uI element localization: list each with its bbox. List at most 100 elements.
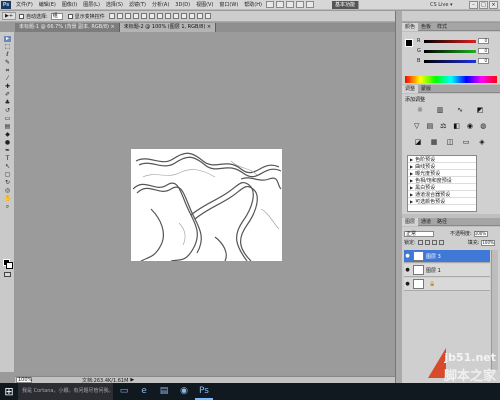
minibridge-icon[interactable] (275, 1, 284, 8)
close-button[interactable]: × (489, 1, 498, 9)
align-top-icon[interactable] (108, 13, 115, 19)
distribute-top-icon[interactable] (156, 13, 163, 19)
lock-all-icon[interactable] (438, 240, 444, 245)
red-slider[interactable] (424, 40, 476, 43)
visibility-eye-icon[interactable]: ● (404, 253, 411, 259)
visibility-eye-icon[interactable]: ● (404, 267, 411, 273)
document-image[interactable] (131, 149, 282, 261)
edge-browser-icon[interactable]: e (135, 383, 153, 400)
path-select-tool-icon[interactable]: ↖ (4, 164, 11, 170)
tab-paths[interactable]: 路径 (434, 218, 450, 226)
zoom-level-icon[interactable] (285, 1, 294, 8)
preset-black-white[interactable]: 黑白预设 (408, 184, 476, 191)
distribute-left-icon[interactable] (180, 13, 187, 19)
preset-curves[interactable]: 曲线预设 (408, 163, 476, 170)
menu-3d[interactable]: 3D(D) (172, 0, 193, 10)
workspace-switcher[interactable]: 基本功能 (332, 1, 359, 9)
move-tool-icon[interactable]: ▸ (4, 36, 11, 42)
menu-analysis[interactable]: 分析(A) (149, 0, 172, 10)
distribute-vcenter-icon[interactable] (164, 13, 171, 19)
healing-brush-tool-icon[interactable]: ✚ (4, 84, 11, 90)
canvas-area[interactable] (15, 32, 395, 374)
gradient-tool-icon[interactable]: ▤ (4, 124, 11, 130)
layer-row[interactable]: ● 图层 1 (404, 264, 490, 277)
blue-value-input[interactable]: 0 (478, 58, 489, 64)
layer-row[interactable]: ● 图层 3 (404, 250, 490, 263)
layer-row[interactable]: ● 🔒 (404, 278, 490, 291)
menu-view[interactable]: 视图(V) (193, 0, 216, 10)
clone-stamp-tool-icon[interactable]: ♣ (4, 100, 11, 106)
exposure-icon[interactable]: ◩ (476, 107, 484, 114)
menu-select[interactable]: 选择(S) (103, 0, 126, 10)
windows-start-icon[interactable]: ⊞ (0, 383, 18, 400)
show-transform-checkbox[interactable] (67, 13, 73, 19)
brightness-icon[interactable]: ☼ (416, 107, 424, 114)
black-white-icon[interactable]: ◧ (453, 123, 461, 130)
tab-styles[interactable]: 样式 (434, 23, 450, 31)
fill-input[interactable]: 100% (481, 239, 496, 246)
distribute-hcenter-icon[interactable] (188, 13, 195, 19)
eraser-tool-icon[interactable]: ▭ (4, 116, 11, 122)
blend-mode-dropdown[interactable]: 正常 (404, 230, 434, 237)
align-left-icon[interactable] (132, 13, 139, 19)
preset-selective-color[interactable]: 可选颜色预设 (408, 198, 476, 205)
preset-channel-mixer[interactable]: 通道混合器预设 (408, 191, 476, 198)
bridge-icon[interactable] (265, 1, 274, 8)
lock-position-icon[interactable] (431, 240, 437, 245)
panel-dock-strip[interactable] (395, 11, 402, 383)
preset-levels[interactable]: 色阶预设 (408, 156, 476, 163)
pen-tool-icon[interactable]: ✒ (4, 148, 11, 154)
arrange-docs-icon[interactable] (305, 1, 314, 8)
photoshop-app-icon[interactable]: Ps (195, 383, 213, 400)
menu-image[interactable]: 图像(I) (59, 0, 80, 10)
threshold-icon[interactable]: ◫ (446, 139, 454, 146)
browser-app-icon[interactable]: ◉ (175, 383, 193, 400)
type-tool-icon[interactable]: T (4, 156, 11, 162)
gradient-map-icon[interactable]: ▭ (462, 139, 470, 146)
selective-color-icon[interactable]: ◈ (478, 139, 486, 146)
dodge-tool-icon[interactable]: ● (4, 140, 11, 146)
tab-channels[interactable]: 通道 (418, 218, 434, 226)
align-hcenter-icon[interactable] (140, 13, 147, 19)
quick-mask-icon[interactable] (4, 272, 11, 277)
color-balance-icon[interactable]: ⚖ (439, 123, 447, 130)
tab-document-1[interactable]: 未标题-1 @ 66.7% (背景 副本, RGB/8) × (15, 23, 120, 32)
hand-view-icon[interactable] (295, 1, 304, 8)
curves-icon[interactable]: ∿ (456, 107, 464, 114)
distribute-right-icon[interactable] (196, 13, 203, 19)
lock-transparency-icon[interactable] (417, 240, 423, 245)
preset-hue-saturation[interactable]: 色相/饱和度预设 (408, 177, 476, 184)
color-ramp[interactable] (405, 76, 497, 83)
cortana-search-box[interactable]: 我是 Cortana，小娜。有问题尽管问我。 (18, 383, 113, 400)
quick-select-tool-icon[interactable]: ✎ (4, 60, 11, 66)
marquee-tool-icon[interactable]: ⬚ (4, 44, 11, 50)
align-vcenter-icon[interactable] (116, 13, 123, 19)
shape-tool-icon[interactable]: ▢ (4, 172, 11, 178)
lasso-tool-icon[interactable]: ℓ (4, 52, 11, 58)
file-explorer-icon[interactable]: ▤ (155, 383, 173, 400)
tab-layers[interactable]: 图层 (402, 218, 419, 226)
eyedropper-tool-icon[interactable]: ⁄ (4, 76, 11, 82)
vibrance-icon[interactable]: ▽ (413, 123, 421, 130)
green-slider[interactable] (424, 50, 476, 53)
tab-document-2[interactable]: 未标题-2 @ 100% (图层 1, RGB/8) × (119, 23, 217, 32)
hand-tool-icon[interactable]: ✋ (4, 196, 11, 202)
maximize-button[interactable]: □ (479, 1, 488, 9)
hue-saturation-icon[interactable]: ▤ (426, 123, 434, 130)
crop-tool-icon[interactable]: ⌗ (4, 68, 11, 74)
auto-select-dropdown[interactable]: 组 (50, 12, 63, 20)
preset-exposure[interactable]: 曝光度预设 (408, 170, 476, 177)
history-brush-tool-icon[interactable]: ↺ (4, 108, 11, 114)
color-panel-foreground-swatch[interactable] (405, 39, 413, 47)
channel-mixer-icon[interactable]: ◍ (479, 123, 487, 130)
menu-layer[interactable]: 图层(L) (80, 0, 103, 10)
invert-icon[interactable]: ◪ (414, 139, 422, 146)
menu-window[interactable]: 窗口(W) (216, 0, 241, 10)
auto-select-checkbox[interactable] (19, 13, 24, 19)
green-value-input[interactable]: 0 (478, 48, 489, 54)
align-right-icon[interactable] (148, 13, 155, 19)
visibility-eye-icon[interactable]: ● (404, 281, 411, 287)
3d-orbit-tool-icon[interactable]: ◎ (4, 188, 11, 194)
photo-filter-icon[interactable]: ◉ (466, 123, 474, 130)
tool-preset-picker[interactable]: ▶+ (2, 12, 16, 20)
